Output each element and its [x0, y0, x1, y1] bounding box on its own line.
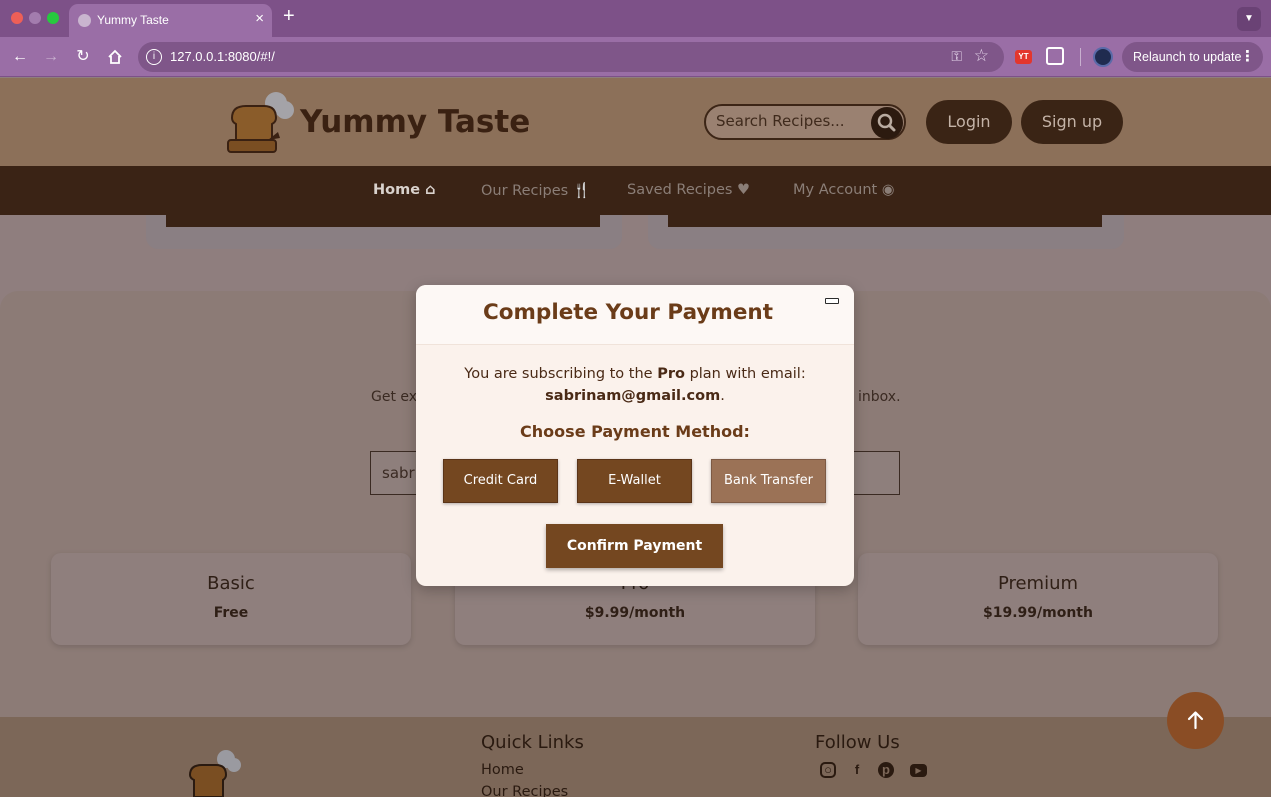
brand-name[interactable]: Yummy Taste — [300, 104, 530, 140]
bread-logo-icon — [227, 92, 294, 153]
subscriber-email: sabrinam@gmail.com — [545, 388, 721, 404]
forward-icon[interactable]: → — [39, 45, 63, 69]
plan-card-premium[interactable]: Premium $19.99/month — [858, 553, 1218, 645]
extension-icon[interactable] — [1046, 47, 1064, 65]
user-circle-icon: ◉ — [881, 182, 895, 198]
footer-link-home[interactable]: Home — [481, 762, 524, 778]
maximize-window-button[interactable] — [47, 12, 59, 24]
site-header: Yummy Taste Login Sign up — [0, 78, 1271, 166]
youtube-icon[interactable]: ▶ — [910, 764, 927, 777]
credit-card-button[interactable]: Credit Card — [443, 459, 558, 503]
plan-price: $9.99/month — [584, 605, 686, 621]
home-icon: ⌂ — [425, 182, 436, 198]
globe-icon — [78, 14, 91, 27]
site-info-icon[interactable]: i — [146, 49, 162, 65]
nav-item-label: Saved Recipes — [627, 182, 733, 198]
bread-logo-icon — [188, 750, 241, 797]
payment-modal: Complete Your Payment You are subscribin… — [416, 285, 854, 586]
nav-item-our-recipes[interactable]: Our Recipes 🍴 — [481, 182, 591, 199]
reload-icon[interactable]: ↻ — [71, 45, 95, 69]
url-text[interactable]: 127.0.0.1:8080/#!/ — [170, 49, 275, 64]
message-prefix: You are subscribing to the — [464, 366, 653, 382]
search-input[interactable] — [716, 112, 866, 130]
modal-header: Complete Your Payment — [416, 285, 854, 345]
nav-item-label: Our Recipes — [481, 183, 569, 199]
nav-item-label: My Account — [793, 182, 878, 198]
minimize-window-button[interactable] — [29, 12, 41, 24]
modal-close-button[interactable] — [825, 298, 839, 304]
search-icon — [877, 113, 896, 132]
toolbar-divider — [1080, 48, 1081, 66]
instagram-icon[interactable]: ○ — [820, 762, 836, 778]
tab-close-icon[interactable]: × — [255, 11, 264, 26]
footer-link-our-recipes[interactable]: Our Recipes — [481, 784, 568, 797]
pinterest-icon[interactable]: p — [878, 762, 894, 778]
profile-avatar[interactable] — [1093, 47, 1113, 67]
choose-payment-label: Choose Payment Method: — [520, 422, 750, 441]
facebook-icon[interactable]: f — [849, 762, 865, 778]
main-nav: Home ⌂ Our Recipes 🍴 Saved Recipes ♥ My … — [0, 166, 1271, 215]
card-button-edge — [668, 215, 1102, 227]
nav-item-my-account[interactable]: My Account ◉ — [793, 182, 895, 198]
scroll-to-top-button[interactable] — [1167, 692, 1224, 749]
recipe-card — [146, 215, 622, 249]
plan-name: Basic — [207, 573, 255, 594]
home-icon[interactable] — [103, 45, 127, 69]
signup-button[interactable]: Sign up — [1021, 100, 1123, 144]
relaunch-label: Relaunch to update — [1133, 50, 1242, 64]
nav-item-label: Home — [373, 182, 421, 198]
plan-card-basic[interactable]: Basic Free — [51, 553, 411, 645]
plan-price: Free — [213, 605, 249, 621]
subscription-message: You are subscribing to the Pro plan with… — [436, 363, 834, 407]
email-input-value: sabri — [382, 464, 419, 482]
nav-item-home[interactable]: Home ⌂ — [373, 182, 436, 198]
heart-icon: ♥ — [737, 182, 751, 198]
star-icon[interactable]: ☆ — [974, 46, 989, 66]
message-suffix: . — [720, 388, 725, 404]
login-button[interactable]: Login — [926, 100, 1012, 144]
subscribe-text-start: Get ex — [371, 389, 418, 405]
plan-name: Pro — [657, 366, 685, 382]
search-button[interactable] — [871, 107, 903, 139]
close-window-button[interactable] — [11, 12, 23, 24]
confirm-payment-button[interactable]: Confirm Payment — [546, 524, 723, 568]
browser-tab[interactable]: Yummy Taste × — [69, 4, 272, 37]
tab-search-dropdown-icon[interactable]: ▼ — [1237, 7, 1261, 31]
key-icon[interactable]: ⚿ — [951, 48, 962, 65]
site-footer: Quick Links Follow Us Home Our Recipes ○… — [0, 717, 1271, 797]
recipe-card — [648, 215, 1124, 249]
browser-tabbar: Yummy Taste × + ▼ — [0, 0, 1271, 37]
follow-us-heading: Follow Us — [815, 732, 900, 753]
utensils-icon: 🍴 — [572, 183, 591, 199]
quick-links-heading: Quick Links — [481, 732, 584, 753]
message-mid: plan with email: — [689, 366, 806, 382]
address-bar[interactable]: i 127.0.0.1:8080/#!/ ⚿ ☆ — [138, 42, 1004, 72]
back-icon[interactable]: ← — [8, 45, 32, 69]
modal-title: Complete Your Payment — [482, 300, 773, 325]
card-button-edge — [166, 215, 600, 227]
subscribe-text-end: inbox. — [858, 389, 901, 405]
arrow-up-icon — [1187, 711, 1204, 730]
relaunch-button[interactable]: Relaunch to update ⋮ — [1122, 42, 1263, 72]
search-box — [704, 104, 906, 140]
e-wallet-button[interactable]: E-Wallet — [577, 459, 692, 503]
new-tab-icon[interactable]: + — [283, 6, 295, 26]
browser-toolbar: ← → ↻ i 127.0.0.1:8080/#!/ ⚿ ☆ YT Relaun… — [0, 37, 1271, 77]
tab-title: Yummy Taste — [97, 13, 169, 27]
more-icon[interactable]: ⋮ — [1240, 42, 1255, 72]
plan-price: $19.99/month — [983, 605, 1093, 621]
youtube-extension-icon[interactable]: YT — [1015, 50, 1032, 64]
plan-name: Premium — [997, 573, 1079, 594]
bank-transfer-button[interactable]: Bank Transfer — [711, 459, 826, 503]
nav-item-saved-recipes[interactable]: Saved Recipes ♥ — [627, 182, 750, 198]
